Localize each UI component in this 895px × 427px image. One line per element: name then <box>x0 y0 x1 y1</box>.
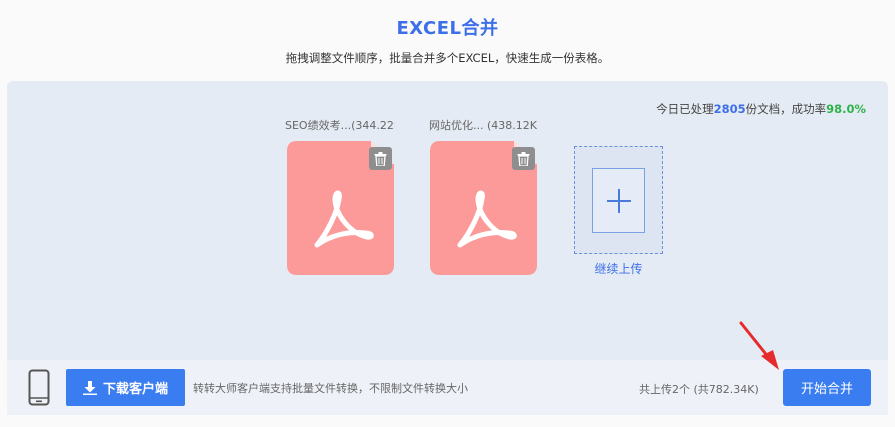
start-merge-button[interactable]: 开始合并 <box>783 369 871 406</box>
upload-more-label[interactable]: 继续上传 <box>574 260 663 277</box>
download-client-button[interactable]: 下载客户端 <box>66 369 185 406</box>
page-subtitle: 拖拽调整文件顺序，批量合并多个EXCEL，快速生成一份表格。 <box>285 51 610 65</box>
file-name: 网站优化... (438.12K <box>429 119 537 132</box>
file-name: SEO绩效考...(344.22K <box>285 119 395 132</box>
trash-icon <box>517 151 530 166</box>
stats-middle: 份文档，成功率 <box>745 102 827 116</box>
delete-file-button[interactable] <box>512 147 535 170</box>
upload-summary: 共上传2个 (共782.34K) <box>639 383 759 396</box>
delete-file-button[interactable] <box>369 147 392 170</box>
file-card[interactable]: 网站优化... (438.12K <box>428 117 538 275</box>
stats-count: 2805 <box>713 102 746 116</box>
page-title: EXCEL合并 <box>396 18 499 39</box>
plus-icon <box>606 188 631 213</box>
stats-prefix: 今日已处理 <box>656 102 714 116</box>
download-icon <box>82 380 97 395</box>
processing-stats: 今日已处理2805份文档，成功率98.0% <box>656 101 866 117</box>
client-promo-text: 转转大师客户端支持批量文件转换，不限制文件转换大小 <box>193 382 468 395</box>
stats-rate: 98.0% <box>826 102 866 116</box>
mobile-phone-icon <box>28 369 50 406</box>
trash-icon <box>374 151 387 166</box>
download-client-label: 下载客户端 <box>102 382 168 397</box>
add-file-button[interactable] <box>592 168 645 233</box>
red-arrow-annotation-icon <box>739 321 779 370</box>
upload-more-dropzone[interactable] <box>574 146 663 254</box>
file-card[interactable]: SEO绩效考...(344.22K <box>285 117 395 275</box>
